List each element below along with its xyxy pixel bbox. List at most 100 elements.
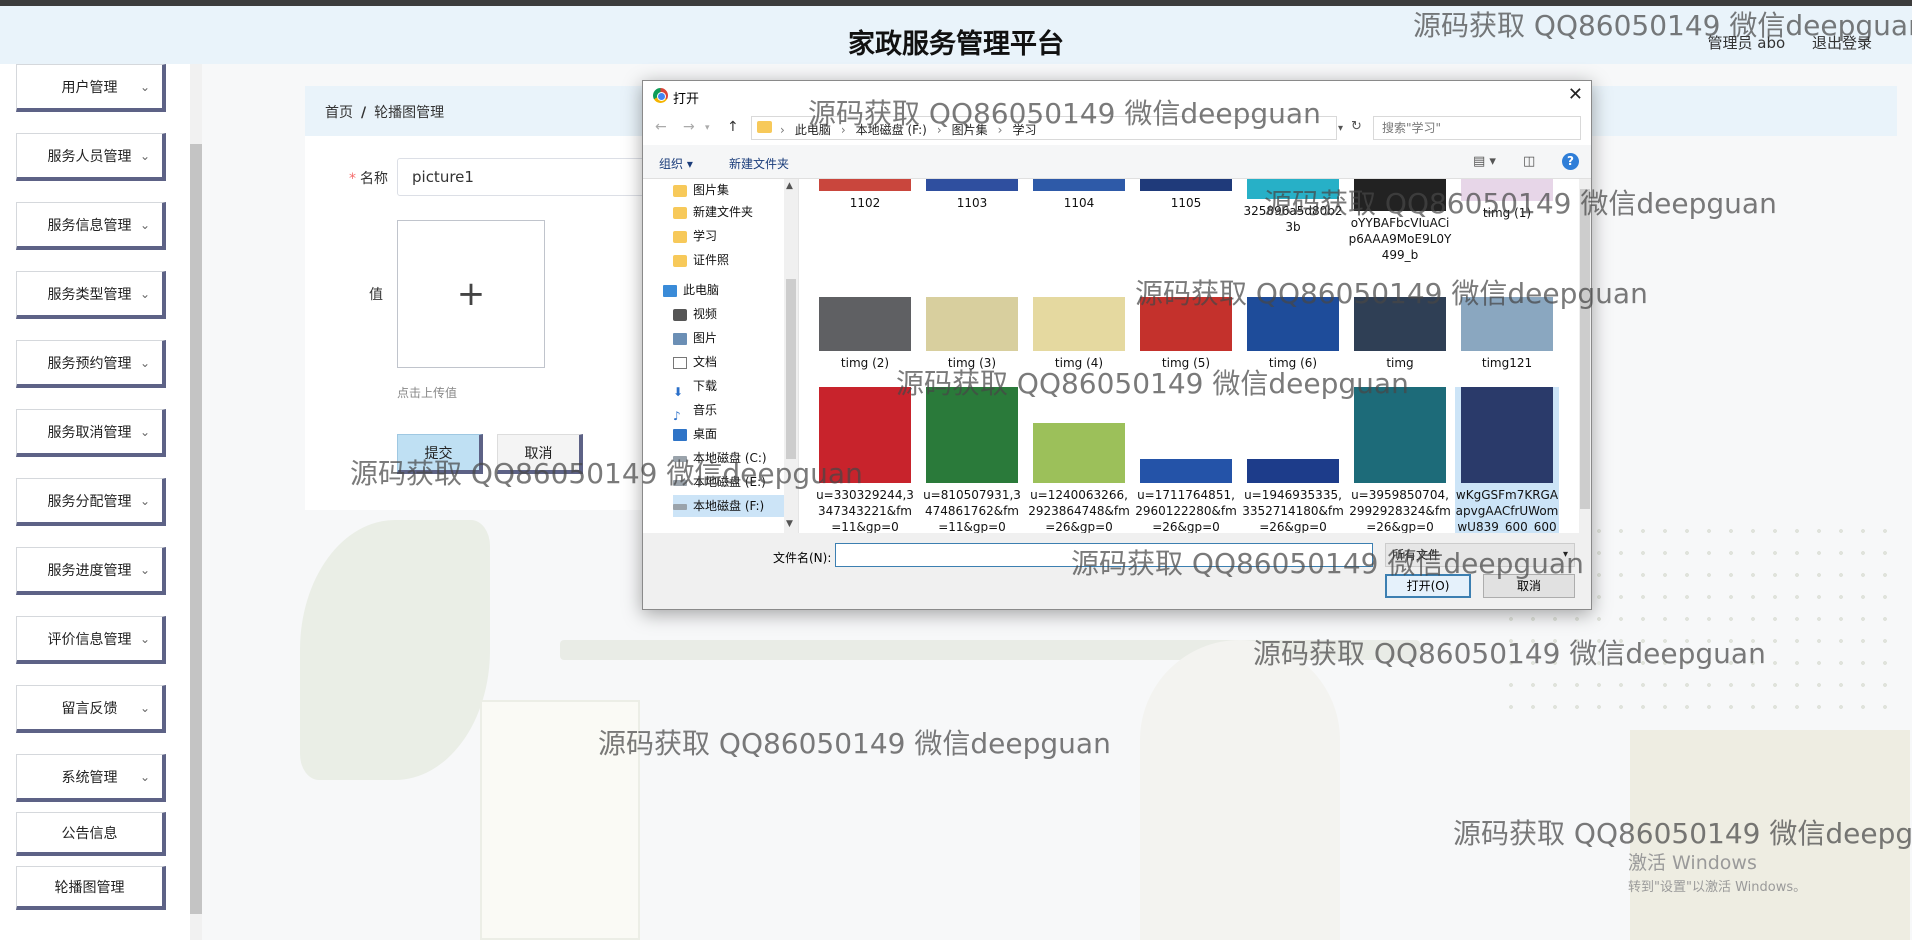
sidebar-item[interactable]: 服务信息管理 ⌄ bbox=[16, 202, 166, 250]
chevron-right-icon: › bbox=[936, 123, 942, 137]
dialog-cancel-button[interactable]: 取消 bbox=[1483, 574, 1575, 598]
sidebar-item-label: 留言反馈 bbox=[61, 700, 118, 717]
nav-item[interactable]: 本地磁盘 (F:) bbox=[673, 495, 798, 517]
address-crumb[interactable]: 此电脑 bbox=[795, 123, 831, 137]
file-name: u=3959850704,2992928324&fm=26&gp=0 bbox=[1349, 488, 1451, 533]
file-tile[interactable]: 325896a5d80b23b bbox=[1241, 179, 1345, 235]
breadcrumb-home[interactable]: 首页 bbox=[325, 105, 353, 121]
nav-item[interactable]: 证件照 bbox=[673, 249, 729, 271]
nav-item[interactable]: 文档 bbox=[673, 351, 717, 373]
nav-item[interactable]: 图片集 bbox=[673, 179, 729, 201]
scroll-down-icon[interactable]: ▼ bbox=[786, 519, 793, 529]
submit-button[interactable]: 提交 bbox=[397, 434, 483, 474]
nav-item[interactable]: 此电脑 bbox=[663, 279, 719, 301]
music-icon: ♪ bbox=[673, 408, 681, 423]
address-crumb[interactable]: 图片集 bbox=[952, 123, 988, 137]
logout-link[interactable]: 退出登录 bbox=[1812, 34, 1872, 52]
sidebar-item[interactable]: 轮播图管理 bbox=[16, 866, 166, 910]
file-tile[interactable]: 1105 bbox=[1134, 179, 1238, 211]
up-arrow-icon[interactable]: ↑ bbox=[727, 119, 739, 135]
sidebar-scroll-thumb[interactable] bbox=[190, 144, 202, 914]
file-tile[interactable]: u=330329244,3347343221&fm=11&gp=0 bbox=[813, 387, 917, 533]
file-name: 1102 bbox=[849, 196, 881, 210]
scroll-up-icon[interactable]: ▲ bbox=[786, 181, 793, 191]
folder-icon bbox=[757, 121, 772, 133]
refresh-icon[interactable]: ↻ bbox=[1351, 119, 1362, 134]
filetype-select[interactable]: 所有文件 ▾ bbox=[1385, 543, 1575, 567]
nav-item[interactable]: 桌面 bbox=[673, 423, 717, 445]
filetype-value: 所有文件 bbox=[1392, 548, 1441, 562]
file-tile[interactable]: timg (1) bbox=[1455, 179, 1559, 221]
nav-item[interactable]: 学习 bbox=[673, 225, 717, 247]
nav-item[interactable]: ♪ 音乐 bbox=[673, 399, 717, 423]
close-icon[interactable]: ✕ bbox=[1568, 84, 1583, 105]
open-button[interactable]: 打开(O) bbox=[1385, 574, 1471, 598]
nav-scroll-thumb[interactable] bbox=[786, 279, 796, 459]
sidebar-scrollbar[interactable] bbox=[190, 64, 202, 940]
nav-item[interactable]: 本地磁盘 (C:) bbox=[673, 447, 767, 469]
file-tile[interactable]: 1104 bbox=[1027, 179, 1131, 211]
recent-dropdown-icon[interactable]: ▾ bbox=[705, 123, 710, 133]
file-tile[interactable]: 1103 bbox=[920, 179, 1024, 211]
file-tile[interactable]: timg (4) bbox=[1027, 297, 1131, 371]
file-tile[interactable]: timg121 bbox=[1455, 297, 1559, 371]
file-tile[interactable]: timg (3) bbox=[920, 297, 1024, 371]
file-tile[interactable]: u=810507931,3474861762&fm=11&gp=0 bbox=[920, 387, 1024, 533]
files-scrollbar[interactable] bbox=[1579, 179, 1591, 533]
forward-arrow-icon[interactable]: → bbox=[683, 119, 695, 135]
address-crumb[interactable]: 学习 bbox=[1012, 123, 1036, 137]
new-folder-button[interactable]: 新建文件夹 bbox=[729, 155, 789, 172]
address-bar[interactable]: › 此电脑 › 本地磁盘 (F:) › 图片集 › 学习 bbox=[751, 116, 1337, 140]
folder-icon bbox=[673, 184, 687, 197]
sidebar-item[interactable]: 服务预约管理 ⌄ bbox=[16, 340, 166, 388]
sidebar-item[interactable]: 评价信息管理 ⌄ bbox=[16, 616, 166, 664]
file-tile[interactable]: u=3959850704,2992928324&fm=26&gp=0 bbox=[1348, 387, 1452, 533]
file-tile[interactable]: timg (2) bbox=[813, 297, 917, 371]
file-tile[interactable]: oYYBAFbcVIuACip6AAA9MoE9L0Y499_b bbox=[1348, 179, 1452, 263]
file-tile[interactable]: u=1240063266,2923864748&fm=26&gp=0 bbox=[1027, 387, 1131, 533]
filename-input[interactable] bbox=[835, 543, 1373, 567]
files-scroll-thumb[interactable] bbox=[1580, 189, 1590, 509]
preview-pane-icon[interactable]: ◫ bbox=[1523, 154, 1535, 169]
back-arrow-icon[interactable]: ← bbox=[655, 119, 667, 135]
nav-scrollbar[interactable]: ▲ ▼ bbox=[784, 179, 798, 533]
file-tile[interactable]: wKgGSFm7KRGAapvgAACfrUWomwU839_600_600 bbox=[1455, 387, 1559, 533]
nav-item[interactable]: 视频 bbox=[673, 303, 717, 325]
sidebar-item[interactable]: 系统管理 ⌄ bbox=[16, 754, 166, 802]
name-input[interactable]: picture1 bbox=[397, 158, 647, 196]
sidebar-item[interactable]: 留言反馈 ⌄ bbox=[16, 685, 166, 733]
file-name: wKgGSFm7KRGAapvgAACfrUWomwU839_600_600 bbox=[1455, 488, 1559, 533]
address-crumb[interactable]: 本地磁盘 (F:) bbox=[856, 123, 927, 137]
sidebar-item[interactable]: 服务进度管理 ⌄ bbox=[16, 547, 166, 595]
sidebar-item[interactable]: 用户管理 ⌄ bbox=[16, 64, 166, 112]
name-label: * 名称 bbox=[349, 168, 388, 188]
sidebar-item[interactable]: 服务取消管理 ⌄ bbox=[16, 409, 166, 457]
nav-item[interactable]: 本地磁盘 (E:) bbox=[673, 471, 766, 493]
file-tile[interactable]: u=1711764851,2960122280&fm=26&gp=0 bbox=[1134, 387, 1238, 533]
file-tile[interactable]: 1102 bbox=[813, 179, 917, 211]
nav-item[interactable]: 图片 bbox=[673, 327, 717, 349]
file-tile[interactable]: timg (5) bbox=[1134, 297, 1238, 371]
cancel-button[interactable]: 取消 bbox=[497, 434, 583, 474]
sidebar-item[interactable]: 服务类型管理 ⌄ bbox=[16, 271, 166, 319]
search-input[interactable]: 搜索"学习" bbox=[1373, 116, 1581, 140]
file-tile[interactable]: timg bbox=[1348, 297, 1452, 371]
sidebar-item[interactable]: 服务分配管理 ⌄ bbox=[16, 478, 166, 526]
file-thumbnail bbox=[1247, 459, 1339, 483]
chevron-down-icon: ⌄ bbox=[139, 424, 150, 439]
organize-menu[interactable]: 组织 ▾ bbox=[659, 155, 693, 172]
file-tile[interactable]: u=1946935335,3352714180&fm=26&gp=0 bbox=[1241, 387, 1345, 533]
file-tile[interactable]: timg (6) bbox=[1241, 297, 1345, 371]
sidebar-item[interactable]: 公告信息 bbox=[16, 812, 166, 856]
sidebar-item-label: 用户管理 bbox=[61, 79, 118, 96]
nav-item[interactable]: 新建文件夹 bbox=[673, 201, 753, 223]
nav-item[interactable]: ⬇ 下载 bbox=[673, 375, 717, 399]
file-name: u=810507931,3474861762&fm=11&gp=0 bbox=[923, 488, 1021, 533]
view-options-icon[interactable]: ▤ ▾ bbox=[1473, 154, 1496, 169]
help-icon[interactable]: ? bbox=[1562, 153, 1579, 170]
file-thumbnail bbox=[1140, 459, 1232, 483]
pictures-icon bbox=[673, 332, 687, 345]
image-upload-box[interactable]: + bbox=[397, 220, 545, 368]
sidebar-item[interactable]: 服务人员管理 ⌄ bbox=[16, 133, 166, 181]
address-dropdown-icon[interactable]: ▾ bbox=[1338, 123, 1343, 134]
